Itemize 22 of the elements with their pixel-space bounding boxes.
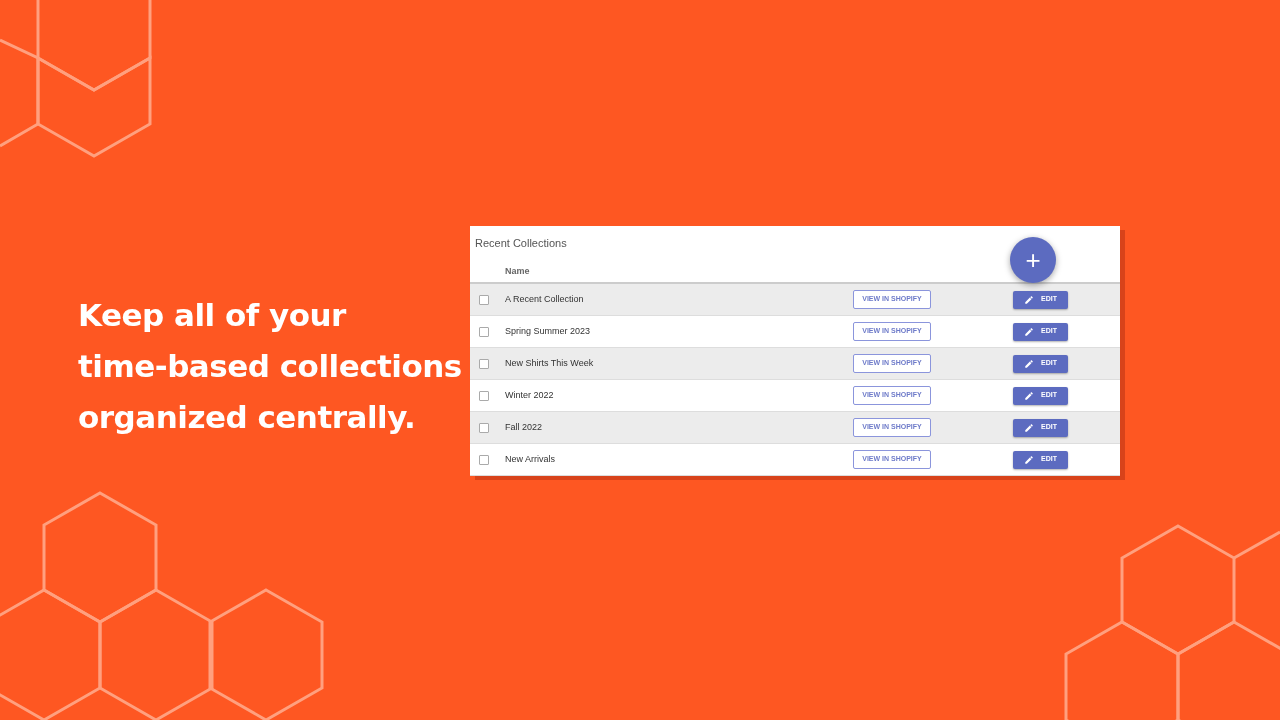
pencil-icon [1024, 326, 1034, 337]
checkbox[interactable] [479, 422, 489, 433]
pencil-icon [1024, 390, 1034, 401]
checkbox[interactable] [479, 390, 489, 401]
checkbox[interactable] [479, 294, 489, 305]
column-header: Name [505, 265, 530, 278]
pencil-icon [1024, 422, 1034, 433]
pencil-icon [1024, 454, 1034, 465]
checkbox[interactable] [479, 454, 489, 465]
collection-name: Fall 2022 [505, 420, 544, 434]
collection-name: Spring Summer 2023 [505, 324, 592, 338]
collection-name: New Shirts This Week [505, 356, 595, 370]
collection-name: Winter 2022 [505, 388, 555, 402]
collection-name: New Arrivals [505, 452, 556, 466]
checkbox[interactable] [479, 358, 489, 369]
checkbox[interactable] [479, 326, 489, 337]
card-title: Recent Collections [475, 236, 567, 251]
pencil-icon [1024, 294, 1034, 305]
pencil-icon [1024, 358, 1034, 369]
add-button[interactable]: + [1010, 237, 1056, 283]
headline: Keep all of your time-based collections organized centrally. [78, 296, 463, 437]
collection-name: A Recent Collection [505, 292, 585, 306]
